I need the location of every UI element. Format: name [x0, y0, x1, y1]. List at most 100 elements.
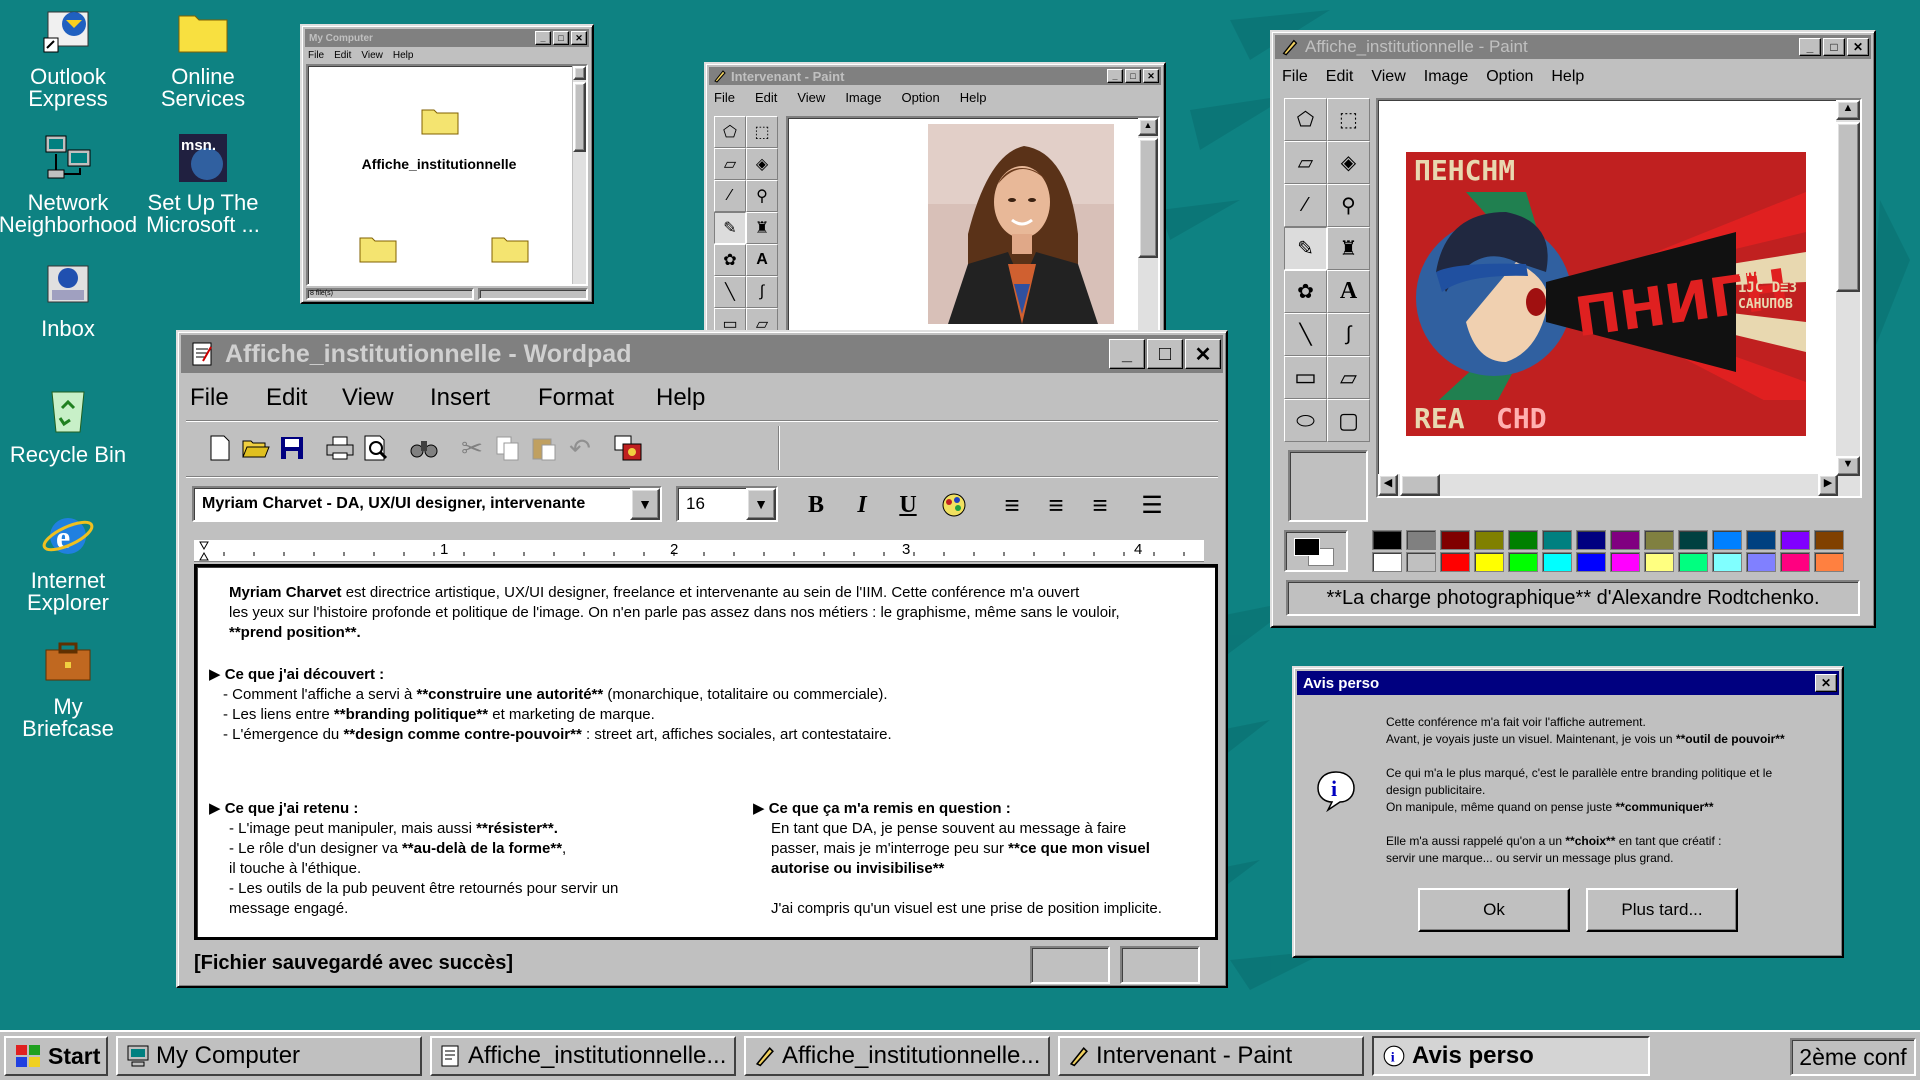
- portrait-image[interactable]: [928, 124, 1114, 324]
- menu-view[interactable]: View: [342, 384, 430, 412]
- close-button[interactable]: ✕: [571, 31, 587, 45]
- color-swatch[interactable]: [1406, 552, 1436, 572]
- color-picker-tool-icon[interactable]: ⁄: [714, 180, 746, 212]
- close-button[interactable]: ✕: [1143, 69, 1159, 83]
- rounded-rect-tool-icon[interactable]: ▢: [1327, 399, 1370, 442]
- minimize-button[interactable]: _: [1107, 69, 1123, 83]
- free-select-tool-icon[interactable]: ⬠: [714, 116, 746, 148]
- line-tool-icon[interactable]: ╲: [714, 276, 746, 308]
- menu-format[interactable]: Format: [538, 384, 656, 412]
- color-swatch[interactable]: [1542, 552, 1572, 572]
- cut-scissors-icon[interactable]: ✂: [454, 430, 490, 466]
- eraser-tool-icon[interactable]: ▱: [714, 148, 746, 180]
- horizontal-scrollbar[interactable]: ◀ ▶: [1378, 474, 1838, 496]
- menu-file[interactable]: File: [1282, 68, 1308, 86]
- font-size-dropdown[interactable]: 16 ▼: [676, 486, 778, 522]
- menu-file[interactable]: File: [190, 384, 266, 412]
- color-swatch[interactable]: [1678, 552, 1708, 572]
- tray-text[interactable]: 2ème conf: [1799, 1044, 1906, 1071]
- curve-tool-icon[interactable]: ∫: [1327, 313, 1370, 356]
- print-preview-icon[interactable]: [358, 430, 394, 466]
- start-button[interactable]: Start: [4, 1036, 108, 1076]
- align-right-icon[interactable]: ≡: [1082, 487, 1118, 523]
- color-picker-tool-icon[interactable]: ⁄: [1284, 184, 1327, 227]
- color-swatch[interactable]: [1440, 552, 1470, 572]
- text-color-icon[interactable]: [936, 487, 972, 523]
- folder-icon[interactable]: [420, 104, 460, 136]
- font-name-dropdown[interactable]: Myriam Charvet - DA, UX/UI designer, int…: [192, 486, 662, 522]
- color-swatch[interactable]: [1678, 530, 1708, 550]
- desktop-icon-online-services[interactable]: Online Services: [143, 4, 263, 110]
- open-folder-icon[interactable]: [238, 430, 274, 466]
- insert-object-icon[interactable]: [610, 430, 646, 466]
- rodtchenko-poster-image[interactable]: ПНИГН ПЕНСНМ REA СНD INSC TUC 1JC D≡3 СА…: [1406, 152, 1806, 436]
- later-button[interactable]: Plus tard...: [1586, 888, 1738, 932]
- color-swatch[interactable]: [1542, 530, 1572, 550]
- desktop-icon-internet-explorer[interactable]: e Internet Explorer: [8, 508, 128, 614]
- color-swatch[interactable]: [1644, 530, 1674, 550]
- free-select-tool-icon[interactable]: ⬠: [1284, 98, 1327, 141]
- line-tool-icon[interactable]: ╲: [1284, 313, 1327, 356]
- menu-image[interactable]: Image: [845, 90, 881, 105]
- menu-edit[interactable]: Edit: [266, 384, 342, 412]
- taskbar-item-my-computer[interactable]: My Computer: [116, 1036, 422, 1076]
- title-bar[interactable]: Affiche_institutionnelle - Wordpad _ □ ✕: [181, 335, 1223, 373]
- align-center-icon[interactable]: ≡: [1038, 487, 1074, 523]
- rectangle-tool-icon[interactable]: ▭: [1284, 356, 1327, 399]
- print-icon[interactable]: [322, 430, 358, 466]
- desktop-icon-setup-msn[interactable]: msn. Set Up The Microsoft ...: [143, 130, 263, 236]
- color-swatch[interactable]: [1474, 552, 1504, 572]
- rect-select-tool-icon[interactable]: ⬚: [1327, 98, 1370, 141]
- curve-tool-icon[interactable]: ∫: [746, 276, 778, 308]
- maximize-button[interactable]: □: [553, 31, 569, 45]
- pencil-tool-icon[interactable]: ✎: [714, 212, 746, 244]
- menu-file[interactable]: File: [714, 90, 735, 105]
- rect-select-tool-icon[interactable]: ⬚: [746, 116, 778, 148]
- menu-help[interactable]: Help: [393, 50, 414, 61]
- taskbar-item-intervenant-paint[interactable]: Intervenant - Paint: [1058, 1036, 1364, 1076]
- eraser-tool-icon[interactable]: ▱: [1284, 141, 1327, 184]
- title-bar[interactable]: Intervenant - Paint _ □ ✕: [709, 67, 1161, 85]
- text-tool-icon[interactable]: A: [1327, 270, 1370, 313]
- underline-button[interactable]: U: [890, 487, 926, 523]
- color-swatch[interactable]: [1508, 530, 1538, 550]
- color-swatch[interactable]: [1508, 552, 1538, 572]
- text-tool-icon[interactable]: A: [746, 244, 778, 276]
- minimize-button[interactable]: _: [535, 31, 551, 45]
- menu-insert[interactable]: Insert: [430, 384, 538, 412]
- fill-tool-icon[interactable]: ◈: [746, 148, 778, 180]
- color-swatch[interactable]: [1610, 530, 1640, 550]
- desktop-icon-network-neighborhood[interactable]: Network Neighborhood: [0, 130, 137, 236]
- menu-option[interactable]: Option: [1486, 68, 1533, 86]
- desktop-icon-my-briefcase[interactable]: My Briefcase: [8, 634, 128, 740]
- menu-edit[interactable]: Edit: [755, 90, 777, 105]
- desktop-icon-recycle-bin[interactable]: Recycle Bin: [8, 382, 128, 466]
- color-swatch[interactable]: [1610, 552, 1640, 572]
- menu-file[interactable]: File: [308, 50, 324, 61]
- save-disk-icon[interactable]: [274, 430, 310, 466]
- maximize-button[interactable]: □: [1147, 339, 1183, 369]
- menu-option[interactable]: Option: [901, 90, 939, 105]
- menu-view[interactable]: View: [361, 50, 383, 61]
- fill-tool-icon[interactable]: ◈: [1327, 141, 1370, 184]
- maximize-button[interactable]: □: [1823, 38, 1845, 56]
- color-swatch[interactable]: [1814, 530, 1844, 550]
- color-swatch[interactable]: [1814, 552, 1844, 572]
- align-left-icon[interactable]: ≡: [994, 487, 1030, 523]
- taskbar-item-affiche-paint[interactable]: Affiche_institutionnelle...: [744, 1036, 1050, 1076]
- taskbar-item-avis-perso[interactable]: i Avis perso: [1372, 1036, 1650, 1076]
- paste-clipboard-icon[interactable]: [526, 430, 562, 466]
- color-swatch[interactable]: [1644, 552, 1674, 572]
- color-swatch[interactable]: [1712, 530, 1742, 550]
- color-swatch[interactable]: [1372, 530, 1402, 550]
- ok-button[interactable]: Ok: [1418, 888, 1570, 932]
- menu-view[interactable]: View: [797, 90, 825, 105]
- tool-options-box[interactable]: [1288, 450, 1368, 522]
- color-swatch[interactable]: [1474, 530, 1504, 550]
- minimize-button[interactable]: _: [1109, 339, 1145, 369]
- magnifier-tool-icon[interactable]: ⚲: [746, 180, 778, 212]
- color-swatch[interactable]: [1712, 552, 1742, 572]
- menu-image[interactable]: Image: [1424, 68, 1468, 86]
- vertical-scrollbar[interactable]: ▲: [1138, 118, 1158, 332]
- menu-edit[interactable]: Edit: [1326, 68, 1354, 86]
